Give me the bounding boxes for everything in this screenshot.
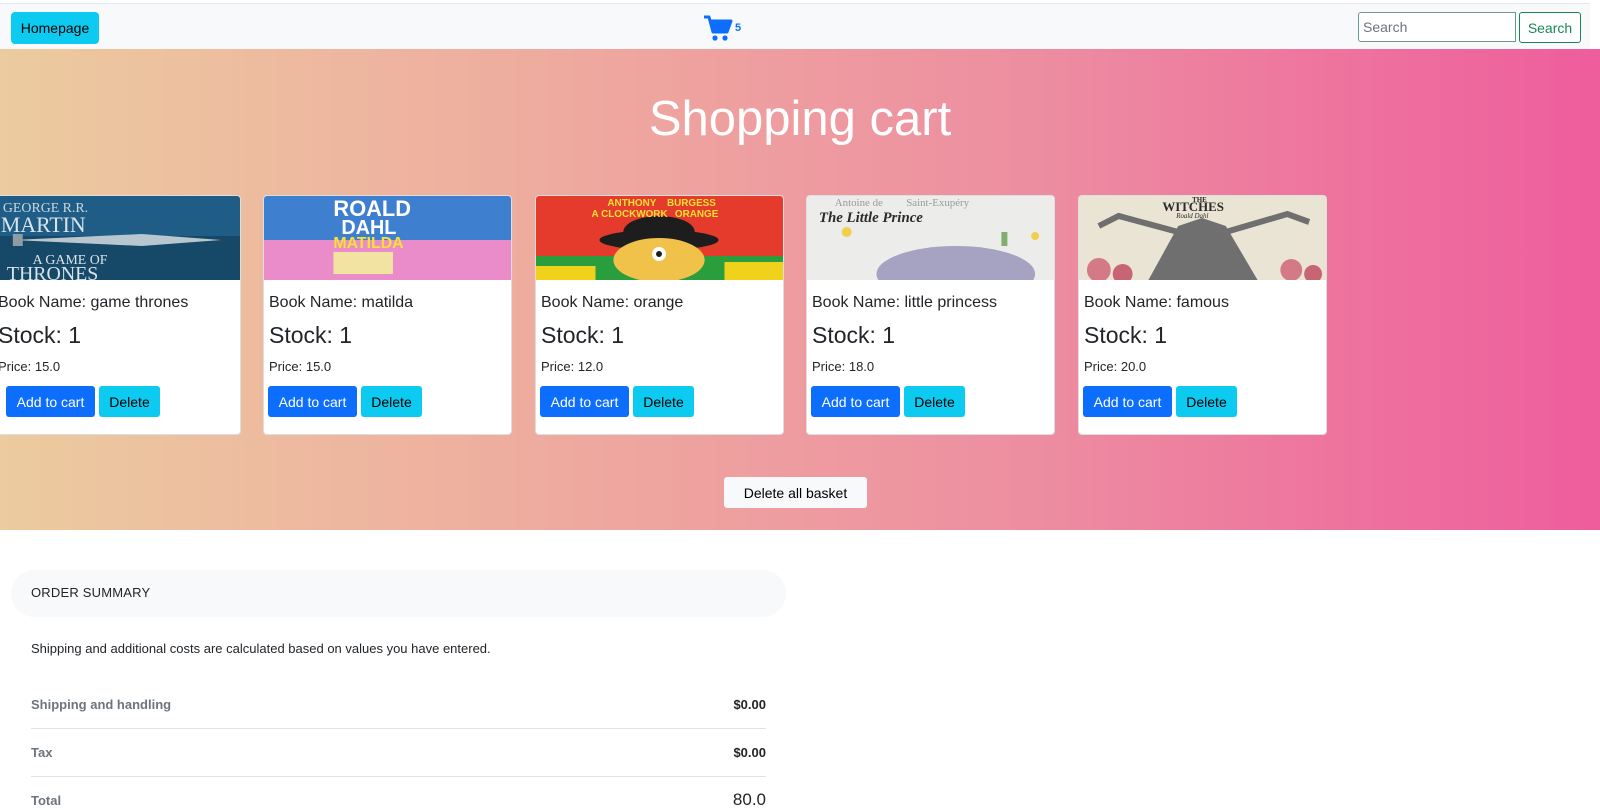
cover-text: Antoine de bbox=[835, 197, 883, 209]
book-card: Antoine de Saint-Exupéry The Little Prin… bbox=[806, 195, 1055, 435]
page-title: Shopping cart bbox=[648, 92, 952, 146]
book-cover-image: Antoine de Saint-Exupéry The Little Prin… bbox=[807, 196, 1054, 280]
book-price: Price: 15.0 bbox=[0, 359, 61, 374]
book-cover-image: THE WITCHES Roald Dahl bbox=[1079, 196, 1326, 280]
shopping-cart-icon bbox=[704, 15, 733, 41]
cover-text: The Little Prince bbox=[819, 210, 923, 226]
cover-text: A CLOCKWORK bbox=[592, 209, 669, 220]
cart-hero: Shopping cart GEORGE R.R. MARTIN A GAME … bbox=[0, 49, 1600, 530]
book-stock: Stock: 1 bbox=[0, 322, 82, 348]
cover-text: MARTIN bbox=[1, 212, 86, 237]
cart-count-badge: 5 bbox=[735, 22, 742, 34]
order-summary-title: ORDER SUMMARY bbox=[31, 585, 151, 600]
homepage-button[interactable]: Homepage bbox=[11, 12, 99, 44]
cover-text: ORANGE bbox=[675, 209, 719, 220]
delete-button[interactable]: Delete bbox=[361, 386, 422, 417]
navbar: Homepage 5 Search bbox=[0, 3, 1590, 50]
book-stock: Stock: 1 bbox=[812, 322, 896, 348]
search-button[interactable]: Search bbox=[1519, 12, 1581, 43]
book-card: THE WITCHES Roald Dahl Book Name: famous… bbox=[1078, 195, 1327, 435]
summary-row-value: $0.00 bbox=[733, 697, 766, 712]
book-card: ANTHONY BURGESS A CLOCKWORK ORANGE Book … bbox=[535, 195, 784, 435]
book-price: Price: 12.0 bbox=[541, 359, 604, 374]
summary-row-label: Shipping and handling bbox=[31, 697, 172, 712]
book-price: Price: 15.0 bbox=[269, 359, 332, 374]
book-name: Book Name: game thrones bbox=[0, 294, 189, 311]
search-input[interactable] bbox=[1358, 12, 1516, 42]
add-to-cart-button[interactable]: Add to cart bbox=[268, 386, 357, 417]
delete-all-basket-button[interactable]: Delete all basket bbox=[724, 477, 867, 508]
summary-row-total: Total 80.0 bbox=[31, 777, 766, 809]
order-summary-header: ORDER SUMMARY bbox=[11, 570, 786, 617]
cover-text: BURGESS bbox=[667, 198, 716, 209]
delete-button[interactable]: Delete bbox=[633, 386, 694, 417]
delete-button[interactable]: Delete bbox=[904, 386, 965, 417]
book-stock: Stock: 1 bbox=[1084, 322, 1168, 348]
cover-text: Saint-Exupéry bbox=[906, 197, 969, 209]
cart-link[interactable]: 5 bbox=[703, 12, 741, 42]
book-card: ROALD DAHL MATILDA Book Name: matilda St… bbox=[263, 195, 512, 435]
book-cover-image: ANTHONY BURGESS A CLOCKWORK ORANGE bbox=[536, 196, 783, 280]
delete-button[interactable]: Delete bbox=[1176, 386, 1237, 417]
book-card: GEORGE R.R. MARTIN A GAME OF THRONES Boo… bbox=[0, 195, 241, 435]
summary-row-tax: Tax $0.00 bbox=[31, 729, 766, 777]
book-price: Price: 20.0 bbox=[1084, 359, 1147, 374]
order-summary-note: Shipping and additional costs are calcul… bbox=[31, 641, 491, 656]
cover-text: THRONES bbox=[7, 263, 98, 280]
add-to-cart-button[interactable]: Add to cart bbox=[6, 386, 95, 417]
delete-button[interactable]: Delete bbox=[99, 386, 160, 417]
book-price: Price: 18.0 bbox=[812, 359, 875, 374]
summary-row-shipping: Shipping and handling $0.00 bbox=[31, 681, 766, 729]
book-name: Book Name: little princess bbox=[812, 294, 997, 311]
book-cover-image: GEORGE R.R. MARTIN A GAME OF THRONES bbox=[0, 196, 240, 280]
summary-row-label: Total bbox=[31, 793, 62, 808]
cover-text: MATILDA bbox=[333, 235, 404, 252]
cover-text: Roald Dahl bbox=[1175, 212, 1208, 220]
book-cover-image: ROALD DAHL MATILDA bbox=[264, 196, 511, 280]
add-to-cart-button[interactable]: Add to cart bbox=[1083, 386, 1172, 417]
book-stock: Stock: 1 bbox=[269, 322, 353, 348]
book-stock: Stock: 1 bbox=[541, 322, 625, 348]
summary-row-value: $0.00 bbox=[733, 745, 766, 760]
book-name: Book Name: orange bbox=[541, 294, 684, 311]
add-to-cart-button[interactable]: Add to cart bbox=[811, 386, 900, 417]
add-to-cart-button[interactable]: Add to cart bbox=[540, 386, 629, 417]
book-name: Book Name: famous bbox=[1084, 294, 1229, 311]
order-total-value: 80.0 bbox=[732, 790, 766, 809]
summary-row-label: Tax bbox=[31, 745, 53, 760]
book-name: Book Name: matilda bbox=[269, 294, 414, 311]
cover-text: ANTHONY bbox=[607, 198, 656, 209]
